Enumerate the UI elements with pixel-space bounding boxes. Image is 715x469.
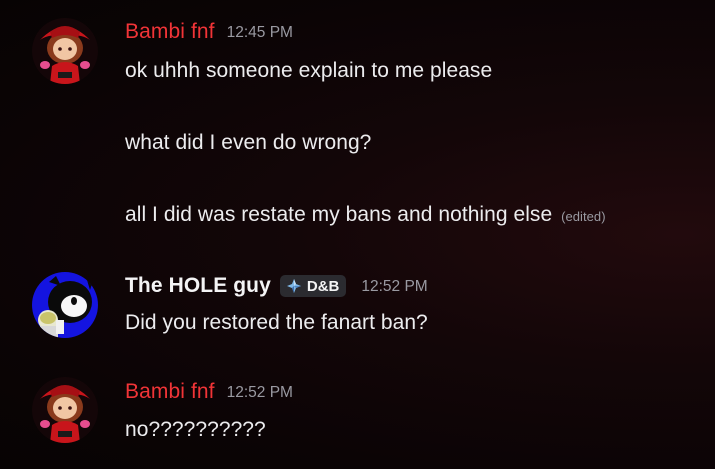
red-hat-character-avatar-icon (32, 377, 98, 443)
message-text: what did I even do wrong? (125, 131, 372, 154)
message-text: Did you restored the fanart ban? (125, 311, 428, 334)
message-text-edited: all I did was restate my bans and nothin… (125, 203, 606, 227)
message-header: Bambi fnf 12:52 PM (125, 380, 293, 404)
avatar[interactable] (32, 18, 98, 84)
message-text: ok uhhh someone explain to me please (125, 59, 493, 82)
timestamp[interactable]: 12:45 PM (227, 24, 293, 42)
avatar[interactable] (32, 377, 98, 443)
red-hat-character-avatar-icon (32, 18, 98, 84)
timestamp[interactable]: 12:52 PM (361, 278, 427, 296)
author-name[interactable]: The HOLE guy (125, 274, 271, 298)
avatar[interactable] (32, 272, 98, 338)
role-tag[interactable]: D&B (279, 275, 347, 297)
message-header: Bambi fnf 12:45 PM (125, 20, 293, 44)
message-text: all I did was restate my bans and nothin… (125, 203, 553, 226)
author-name[interactable]: Bambi fnf (125, 20, 215, 44)
message-header: The HOLE guy D&B 12:52 PM (125, 274, 428, 298)
timestamp[interactable]: 12:52 PM (227, 384, 293, 402)
message-text: no?????????? (125, 418, 266, 441)
ink-character-avatar-icon (32, 272, 98, 338)
edited-label: (edited) (561, 209, 606, 224)
author-name[interactable]: Bambi fnf (125, 380, 215, 404)
diamond-role-icon (286, 279, 301, 293)
role-tag-label: D&B (306, 277, 340, 295)
